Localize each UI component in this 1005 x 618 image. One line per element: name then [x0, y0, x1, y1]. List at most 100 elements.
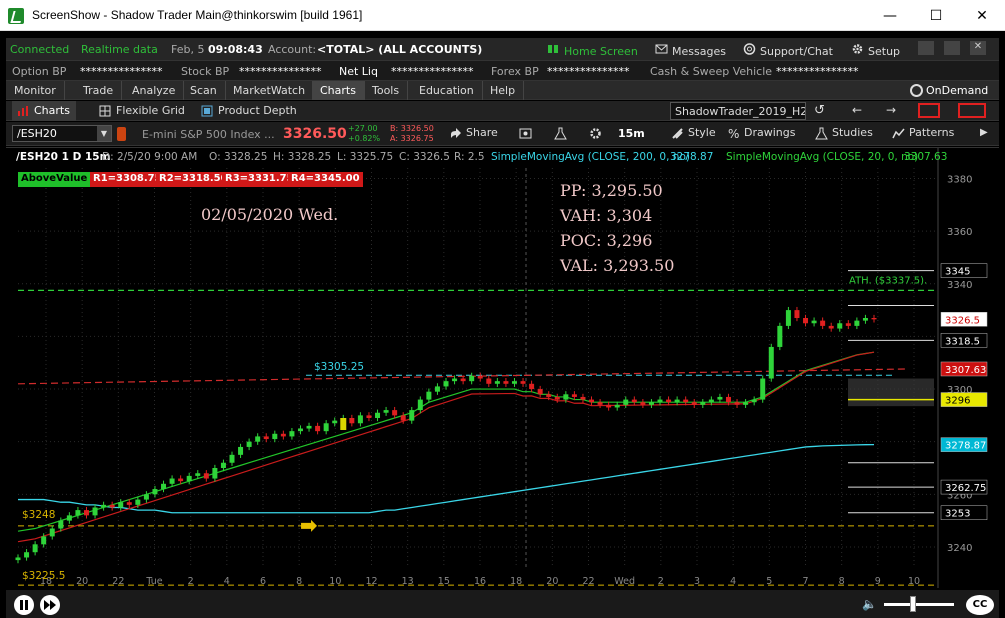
- closed-captions-button[interactable]: CC: [966, 595, 994, 615]
- chevron-right-icon[interactable]: ▶: [980, 127, 988, 138]
- arrow-right-icon[interactable]: →: [886, 103, 896, 117]
- home-screen-button[interactable]: Home Screen: [544, 40, 638, 59]
- forex-bp-label: Forex BP: [491, 65, 539, 78]
- candle-body: [537, 389, 543, 395]
- volume-slider[interactable]: [884, 603, 954, 606]
- status-bar: Connected Realtime data Feb, 5 09:08:43 …: [6, 38, 999, 61]
- volume-slider-handle[interactable]: [910, 596, 916, 612]
- tab-charts[interactable]: Charts: [312, 81, 365, 100]
- candle-body: [614, 404, 620, 408]
- tab-trade[interactable]: Trade: [75, 81, 123, 100]
- tab-help[interactable]: Help: [482, 81, 525, 100]
- maximize-button[interactable]: ☐: [913, 0, 959, 31]
- chart-canvas[interactable]: 18 20 22 Tue 2 4 6 8 10 12 13 15 16 18 20 22 Wed 2 3 4 5 7 8 9 1…: [6, 148, 999, 588]
- layout-icon[interactable]: [918, 103, 940, 118]
- panel-close-button[interactable]: ✕: [970, 41, 986, 55]
- price-change: +27.00: [348, 124, 378, 133]
- tab-scan[interactable]: Scan: [182, 81, 226, 100]
- grid-layout-icon[interactable]: [958, 103, 986, 118]
- fast-forward-button[interactable]: [40, 595, 60, 615]
- style-icon: [672, 128, 683, 139]
- candle-body: [118, 502, 124, 508]
- ondemand-button[interactable]: OnDemand: [906, 81, 994, 100]
- candle-body: [631, 399, 637, 403]
- candle-body: [195, 473, 201, 476]
- subtab-product-depth[interactable]: Product Depth: [196, 101, 303, 121]
- sma200-value: 3278.87: [670, 151, 714, 163]
- candle-body: [238, 446, 244, 455]
- setup-button[interactable]: Setup: [848, 40, 900, 59]
- tab-analyze[interactable]: Analyze: [124, 81, 185, 100]
- arrow-left-icon[interactable]: ←: [852, 103, 862, 117]
- candle-body: [357, 415, 363, 424]
- subtab-flexible-grid[interactable]: Flexible Grid: [94, 101, 191, 121]
- volume-icon[interactable]: 🔈: [862, 597, 877, 611]
- candle-body: [648, 402, 654, 405]
- flask-icon: [554, 127, 567, 140]
- price-badge-label: 3307.63: [945, 365, 986, 376]
- candle-body: [101, 504, 107, 508]
- candle-body: [41, 536, 47, 545]
- candle-body: [58, 520, 64, 529]
- candle-body: [349, 418, 355, 424]
- ask-price: A: 3326.75: [390, 134, 434, 143]
- window-titlebar: ScreenShow - Shadow Trader Main@thinkors…: [0, 0, 1005, 31]
- subtab-charts[interactable]: Charts: [12, 101, 76, 121]
- refresh-icon[interactable]: ↺: [814, 103, 828, 118]
- gear-button[interactable]: [586, 125, 606, 143]
- price-chart[interactable]: 18 20 22 Tue 2 4 6 8 10 12 13 15 16 18 20 22 Wed 2 3 4 5 7 8 9 1…: [6, 147, 999, 588]
- tab-education[interactable]: Education: [411, 81, 483, 100]
- candle-body: [246, 441, 252, 447]
- option-bp-value: ***************: [80, 65, 163, 78]
- main-nav: Monitor Trade Analyze Scan MarketWatch C…: [6, 81, 999, 100]
- panel-restore-button[interactable]: [944, 41, 960, 55]
- messages-button[interactable]: Messages: [652, 40, 726, 59]
- sma20-label[interactable]: SimpleMovingAvg (CLOSE, 20, 0, no): [726, 151, 918, 163]
- tab-marketwatch[interactable]: MarketWatch: [225, 81, 315, 100]
- candle-body: [571, 394, 577, 397]
- candle-body: [186, 475, 192, 482]
- candle-body: [563, 394, 569, 400]
- candle-body: [700, 402, 706, 405]
- info-open: O: 3328.25: [209, 151, 268, 163]
- fast-forward-icon: [44, 600, 56, 610]
- pause-button[interactable]: [14, 595, 34, 615]
- share-button[interactable]: Share: [446, 125, 502, 143]
- studies-button[interactable]: Studies: [812, 125, 877, 143]
- tab-tools[interactable]: Tools: [364, 81, 409, 100]
- chart-settings-icon: [519, 128, 532, 139]
- workspace-selector[interactable]: ShadowTrader_2019_H20: [670, 102, 806, 120]
- chevron-down-icon[interactable]: ▼: [97, 126, 111, 141]
- chart-toolbar: /ESH20 ▼ E-mini S&P 500 Index ... 3326.5…: [6, 122, 999, 146]
- date-annotation: 02/05/2020 Wed.: [201, 205, 338, 224]
- minimize-button[interactable]: —: [867, 0, 913, 31]
- panel-minimize-button[interactable]: [918, 41, 934, 55]
- style-button[interactable]: Style: [668, 125, 720, 143]
- forex-bp-value: ***************: [547, 65, 630, 78]
- sma200-label[interactable]: SimpleMovingAvg (CLOSE, 200, 0, no): [491, 151, 690, 163]
- link-color-icon[interactable]: [117, 127, 126, 141]
- drawings-button[interactable]: % Drawings: [724, 125, 799, 143]
- price-badge-label: 3345: [945, 267, 970, 278]
- style-label: Style: [688, 126, 716, 139]
- r2-badge: R2=3318.50: [156, 172, 231, 187]
- account-selector[interactable]: <TOTAL> (ALL ACCOUNTS): [317, 43, 482, 56]
- price-badge-label: 3278.87: [945, 441, 986, 452]
- flask-button[interactable]: [551, 125, 571, 143]
- close-button[interactable]: ✕: [959, 0, 1005, 31]
- candle-body: [375, 412, 381, 418]
- subtab-charts-label: Charts: [34, 104, 70, 117]
- envelope-icon: [655, 44, 668, 54]
- support-chat-button[interactable]: Support/Chat: [740, 40, 833, 59]
- patterns-label: Patterns: [909, 126, 955, 139]
- chart-settings-button[interactable]: [516, 125, 536, 143]
- symbol-input[interactable]: /ESH20 ▼: [12, 125, 112, 142]
- ondemand-icon: [910, 84, 923, 97]
- low-label-3248: $3248: [22, 509, 55, 521]
- y-tick-label: 3380: [947, 175, 972, 186]
- tab-monitor[interactable]: Monitor: [6, 81, 65, 100]
- timeframe-selector[interactable]: 15m: [618, 127, 645, 140]
- patterns-button[interactable]: Patterns: [889, 125, 958, 143]
- y-tick-label: 3340: [947, 280, 972, 291]
- candle-body: [315, 425, 321, 432]
